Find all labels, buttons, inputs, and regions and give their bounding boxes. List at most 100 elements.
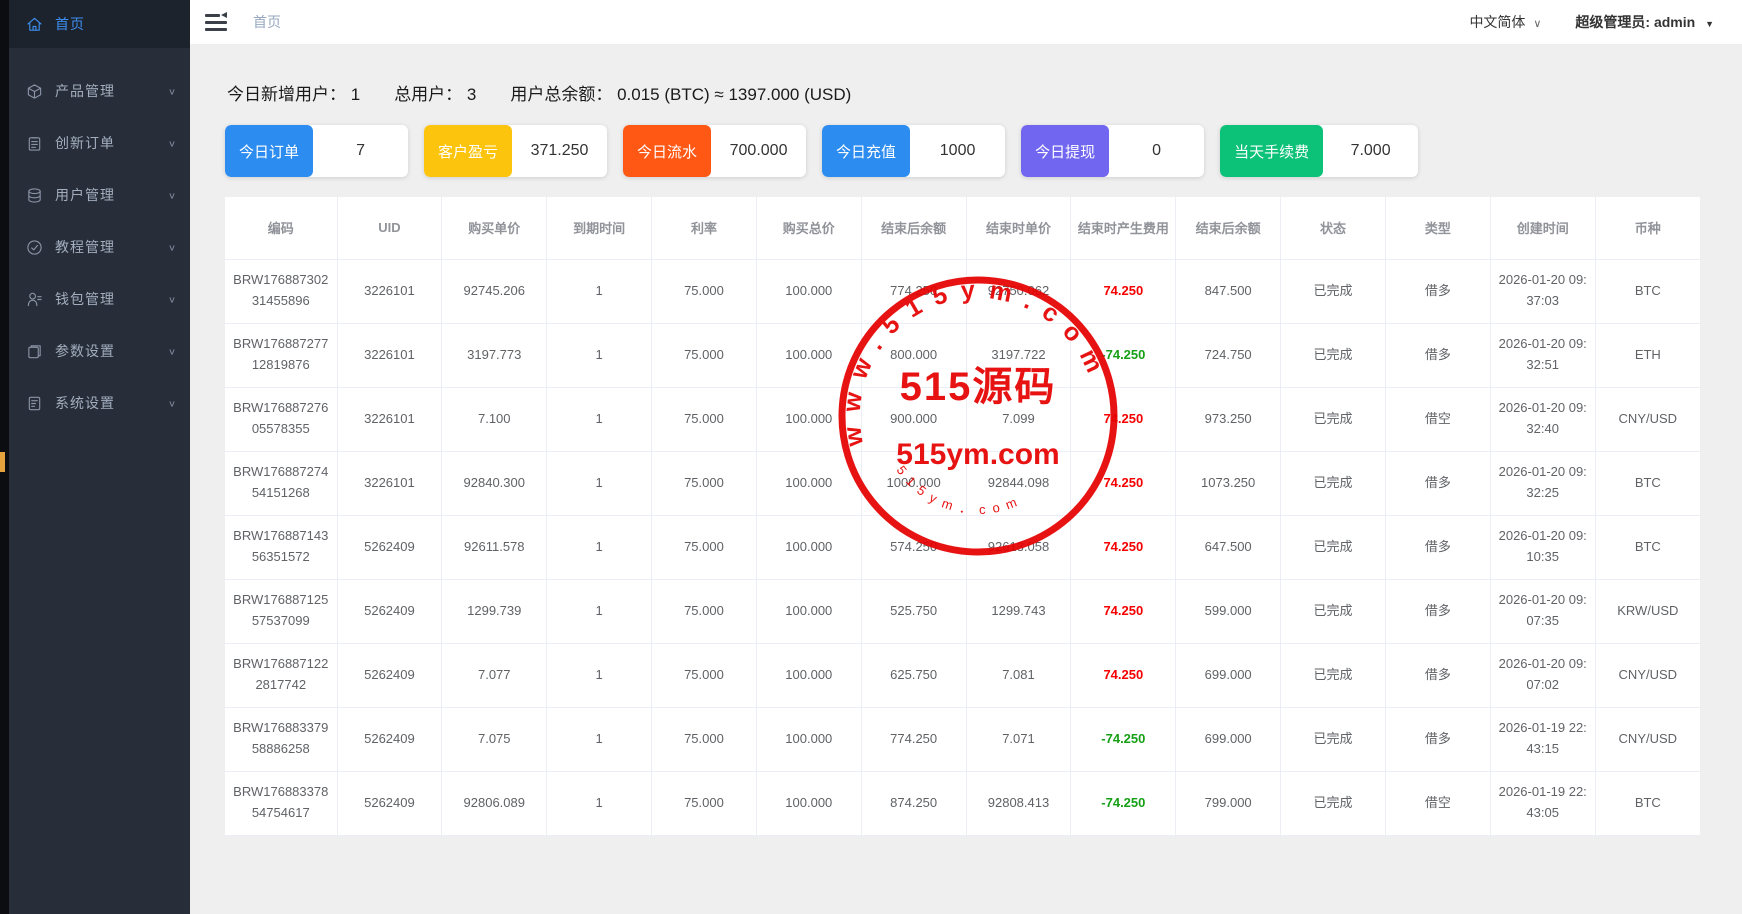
- stat-card-label: 当天手续费: [1220, 125, 1323, 177]
- cell-created-time: 2026-01-20 09:32:51: [1490, 323, 1595, 387]
- cell-coin: CNY/USD: [1595, 643, 1700, 707]
- cell-uid: 3226101: [337, 323, 442, 387]
- system-icon: [25, 394, 43, 412]
- column-header: 结束后余额: [861, 197, 966, 259]
- cell-rate: 75.000: [652, 323, 757, 387]
- chevron-down-icon: ∨: [168, 86, 176, 96]
- cell-balance-after-end: 647.500: [1176, 515, 1281, 579]
- stat-cards-row: 今日订单 7 客户盈亏 371.250 今日流水 700.000 今日充值 10…: [225, 125, 1700, 177]
- cell-created-time: 2026-01-20 09:10:35: [1490, 515, 1595, 579]
- cell-coin: ETH: [1595, 323, 1700, 387]
- cell-buy-price: 1299.739: [442, 579, 547, 643]
- cell-expire-time: 1: [547, 387, 652, 451]
- stats-summary: 今日新增用户： 1 总用户： 3 用户总余额： 0.015 (BTC) ≈ 13…: [225, 66, 1700, 109]
- cell-type: 借空: [1385, 387, 1490, 451]
- cell-uid: 5262409: [337, 515, 442, 579]
- column-header: 类型: [1385, 197, 1490, 259]
- admin-menu[interactable]: 超级管理员: admin ▼: [1575, 12, 1714, 32]
- cell-buy-total: 100.000: [756, 579, 861, 643]
- table-row: BRW17688337854754617 5262409 92806.089 1…: [225, 771, 1700, 835]
- cell-buy-total: 100.000: [756, 771, 861, 835]
- cell-expire-time: 1: [547, 707, 652, 771]
- cell-balance-after-end: 724.750: [1176, 323, 1281, 387]
- cell-uid: 5262409: [337, 771, 442, 835]
- cell-balance-after-end: 699.000: [1176, 643, 1281, 707]
- cell-balance-after-buy: 574.250: [861, 515, 966, 579]
- sidebar: 首页 产品管理 ∨ 创新订单 ∨ 用户管理 ∨ 教程管理 ∨ 钱包管理 ∨ 参数…: [9, 0, 190, 914]
- cell-balance-after-end: 973.250: [1176, 387, 1281, 451]
- sidebar-item-3[interactable]: 用户管理 ∨: [9, 170, 190, 220]
- cell-buy-price: 92840.300: [442, 451, 547, 515]
- stat-card: 今日订单 7: [225, 125, 408, 177]
- chevron-down-icon: ∨: [168, 138, 176, 148]
- stat-card: 今日提现 0: [1021, 125, 1204, 177]
- cell-code: BRW17688727712819876: [225, 323, 337, 387]
- cell-buy-total: 100.000: [756, 707, 861, 771]
- cell-fee: -74.250: [1071, 771, 1176, 835]
- stat-card-label: 今日订单: [225, 125, 313, 177]
- sidebar-item-label: 参数设置: [55, 341, 168, 361]
- column-header: 币种: [1595, 197, 1700, 259]
- cell-created-time: 2026-01-19 22:43:15: [1490, 707, 1595, 771]
- cell-type: 借多: [1385, 707, 1490, 771]
- cell-balance-after-buy: 1000.000: [861, 451, 966, 515]
- cell-balance-after-buy: 800.000: [861, 323, 966, 387]
- stat-card: 今日流水 700.000: [623, 125, 806, 177]
- home-icon: [25, 15, 43, 33]
- sidebar-item-5[interactable]: 钱包管理 ∨: [9, 274, 190, 324]
- tutorial-icon: [25, 238, 43, 256]
- cell-buy-price: 7.077: [442, 643, 547, 707]
- cell-type: 借多: [1385, 579, 1490, 643]
- cell-type: 借多: [1385, 515, 1490, 579]
- table-row: BRW1768871222817742 5262409 7.077 1 75.0…: [225, 643, 1700, 707]
- cell-buy-price: 7.075: [442, 707, 547, 771]
- cell-uid: 3226101: [337, 387, 442, 451]
- chevron-down-icon: ∨: [168, 190, 176, 200]
- cell-code: BRW1768871222817742: [225, 643, 337, 707]
- cell-uid: 3226101: [337, 451, 442, 515]
- cell-end-price: 92613.058: [966, 515, 1071, 579]
- column-header: 创建时间: [1490, 197, 1595, 259]
- cell-code: BRW17688712557537099: [225, 579, 337, 643]
- cell-fee: 74.250: [1071, 387, 1176, 451]
- cell-rate: 75.000: [652, 643, 757, 707]
- table-header-row: 编码UID购买单价到期时间利率购买总价结束后余额结束时单价结束时产生费用结束后余…: [225, 197, 1700, 259]
- content: 今日新增用户： 1 总用户： 3 用户总余额： 0.015 (BTC) ≈ 13…: [190, 44, 1742, 914]
- cell-created-time: 2026-01-20 09:37:03: [1490, 259, 1595, 323]
- cell-buy-total: 100.000: [756, 259, 861, 323]
- breadcrumb[interactable]: 首页: [253, 12, 281, 32]
- sidebar-item-2[interactable]: 创新订单 ∨: [9, 118, 190, 168]
- column-header: 状态: [1281, 197, 1386, 259]
- column-header: 购买总价: [756, 197, 861, 259]
- sidebar-item-1[interactable]: 产品管理 ∨: [9, 66, 190, 116]
- cell-balance-after-end: 699.000: [1176, 707, 1281, 771]
- cell-uid: 3226101: [337, 259, 442, 323]
- cell-buy-total: 100.000: [756, 643, 861, 707]
- cell-status: 已完成: [1281, 259, 1386, 323]
- language-selector[interactable]: 中文简体 ∨: [1469, 12, 1541, 32]
- cell-expire-time: 1: [547, 451, 652, 515]
- cell-end-price: 3197.722: [966, 323, 1071, 387]
- cell-balance-after-end: 599.000: [1176, 579, 1281, 643]
- orders-icon: [25, 134, 43, 152]
- sidebar-item-home[interactable]: 首页: [9, 0, 190, 48]
- cell-coin: KRW/USD: [1595, 579, 1700, 643]
- sidebar-item-6[interactable]: 参数设置 ∨: [9, 326, 190, 376]
- cell-code: BRW17688727605578355: [225, 387, 337, 451]
- cell-code: BRW17688730231455896: [225, 259, 337, 323]
- stat-card-label: 今日流水: [623, 125, 711, 177]
- table-row: BRW17688730231455896 3226101 92745.206 1…: [225, 259, 1700, 323]
- column-header: 购买单价: [442, 197, 547, 259]
- collapse-menu-icon[interactable]: [205, 13, 227, 31]
- cell-expire-time: 1: [547, 323, 652, 387]
- cell-uid: 5262409: [337, 643, 442, 707]
- cell-expire-time: 1: [547, 771, 652, 835]
- cell-balance-after-end: 799.000: [1176, 771, 1281, 835]
- stat-new-users: 今日新增用户： 1: [227, 80, 360, 105]
- edge-strip-marker: [0, 452, 5, 472]
- sidebar-item-4[interactable]: 教程管理 ∨: [9, 222, 190, 272]
- sidebar-item-label: 系统设置: [55, 393, 168, 413]
- main-area: 首页 中文简体 ∨ 超级管理员: admin ▼ 今日新增用户： 1 总用户： …: [190, 0, 1742, 914]
- stat-card-value: 7.000: [1323, 125, 1418, 177]
- sidebar-item-7[interactable]: 系统设置 ∨: [9, 378, 190, 428]
